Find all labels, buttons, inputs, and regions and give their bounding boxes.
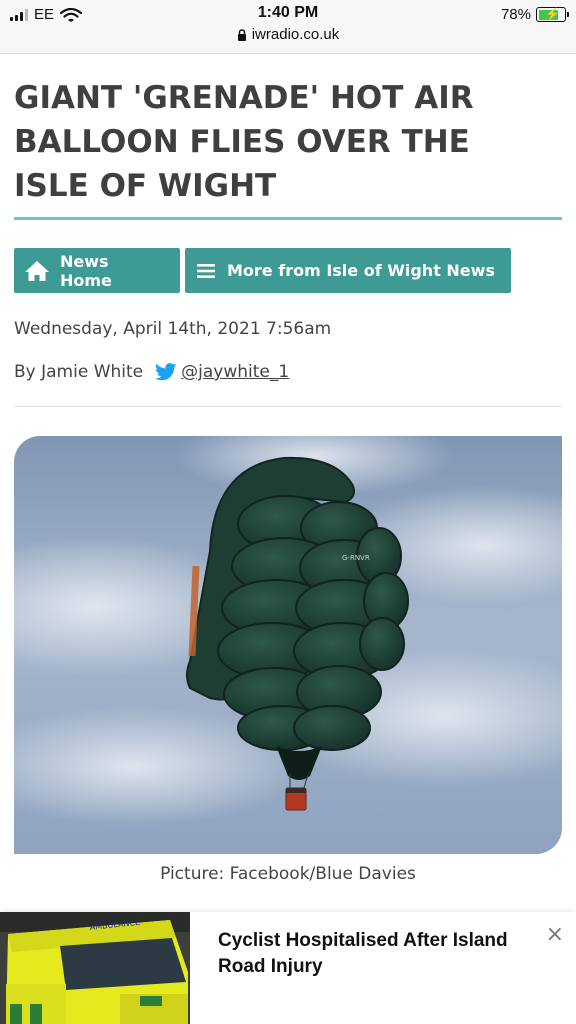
news-home-label: News Home xyxy=(60,251,112,290)
ambulance-image: AMBULANCE xyxy=(0,912,190,1024)
status-right: 78% ⚡ xyxy=(500,6,569,23)
twitter-handle: @jaywhite_1 xyxy=(181,362,290,382)
news-home-button[interactable]: News Home xyxy=(14,248,180,293)
byline: By Jamie White @jaywhite_1 xyxy=(14,362,289,382)
grenade-balloon-image: G-RNVR xyxy=(14,436,562,854)
home-icon xyxy=(25,260,49,281)
publish-date: Wednesday, April 14th, 2021 7:56am xyxy=(14,319,332,339)
battery-icon: ⚡ xyxy=(536,7,569,22)
more-news-button[interactable]: More from Isle of Wight News xyxy=(185,248,511,293)
lock-icon xyxy=(237,28,246,41)
url-text: iwradio.co.uk xyxy=(251,26,340,43)
meta-divider xyxy=(14,406,562,407)
twitter-icon xyxy=(155,363,177,381)
author-name: By Jamie White xyxy=(14,362,144,382)
clock: 1:40 PM xyxy=(257,4,319,21)
twitter-link[interactable]: @jaywhite_1 xyxy=(155,362,289,382)
status-bar: EE 1:40 PM iwradio.co.uk 78% ⚡ xyxy=(0,0,576,54)
balloon-registration: G-RNVR xyxy=(342,554,370,562)
more-news-label: More from Isle of Wight News xyxy=(227,261,495,280)
battery-percent: 78% xyxy=(500,6,531,23)
address-bar[interactable]: iwradio.co.uk xyxy=(0,26,576,43)
headline-divider xyxy=(14,217,562,220)
article-headline: GIANT 'GRENADE' HOT AIR BALLOON FLIES OV… xyxy=(14,80,474,204)
close-icon[interactable]: × xyxy=(546,922,564,947)
ad-headline[interactable]: Cyclist Hospitalised After Island Road I… xyxy=(218,928,548,980)
sponsored-article-card[interactable]: AMBULANCE Cyclist Hospitalised After Isl… xyxy=(0,912,576,1024)
article-photo: G-RNVR xyxy=(14,436,562,854)
photo-caption: Picture: Facebook/Blue Davies xyxy=(160,864,416,884)
status-center: 1:40 PM iwradio.co.uk xyxy=(0,4,576,43)
menu-icon xyxy=(197,263,215,278)
